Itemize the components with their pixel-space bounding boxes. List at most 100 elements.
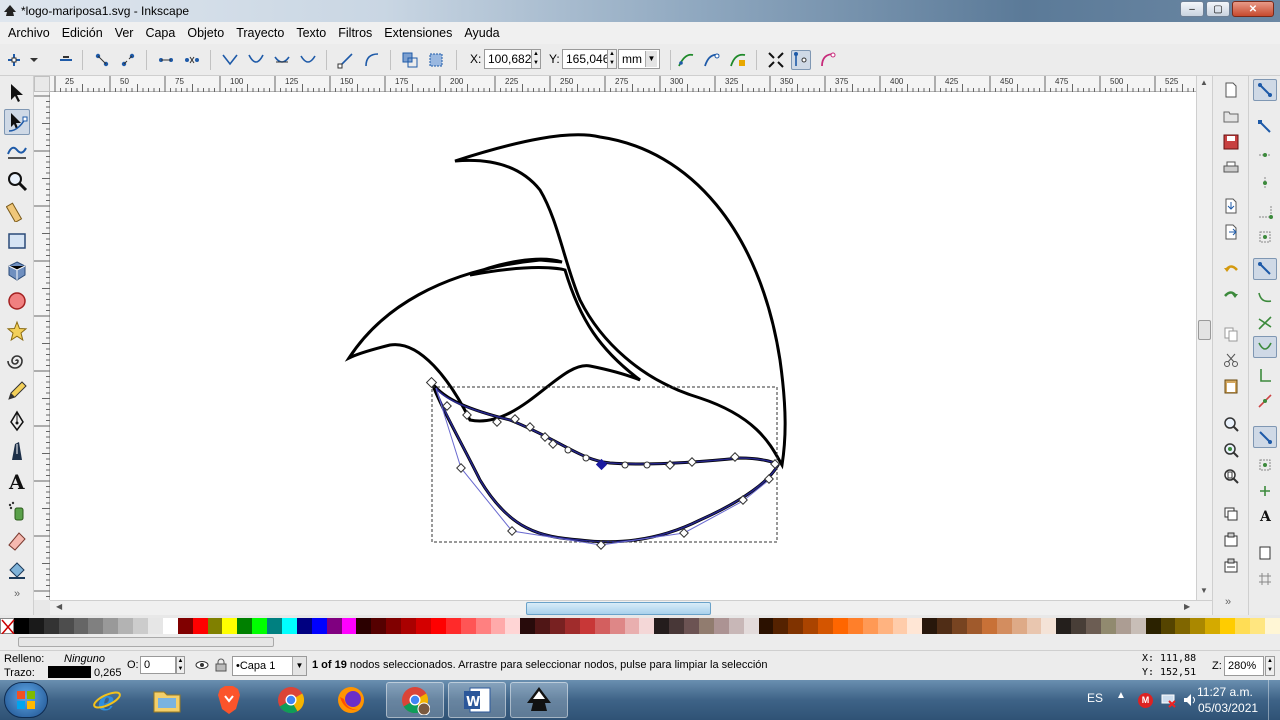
close-button[interactable]: ✕	[1232, 1, 1274, 17]
zoom-field[interactable]: 280%	[1224, 656, 1264, 676]
save-icon[interactable]	[1221, 132, 1241, 152]
snap-bbox-corners-icon[interactable]	[1253, 172, 1277, 194]
color-swatch[interactable]	[1130, 618, 1146, 634]
menu-capa[interactable]: Capa	[139, 26, 181, 40]
language-indicator[interactable]: ES	[1087, 691, 1103, 705]
menu-filtros[interactable]: Filtros	[332, 26, 378, 40]
color-swatch[interactable]	[341, 618, 357, 634]
vertical-scroll-thumb[interactable]	[1198, 320, 1211, 340]
file-explorer-icon[interactable]	[138, 682, 196, 718]
undo-icon[interactable]	[1221, 260, 1241, 280]
chrome-profile-icon[interactable]	[386, 682, 444, 718]
color-swatch[interactable]	[639, 618, 655, 634]
color-swatch[interactable]	[282, 618, 297, 634]
export-icon[interactable]	[1221, 222, 1241, 242]
color-swatch[interactable]	[1101, 618, 1116, 634]
color-swatch[interactable]	[356, 618, 372, 634]
color-swatch[interactable]	[490, 618, 506, 634]
color-swatch[interactable]	[14, 618, 29, 634]
vertical-scrollbar[interactable]: ▲ ▼	[1196, 76, 1212, 600]
color-swatch[interactable]	[326, 618, 342, 634]
stroke-to-path-icon[interactable]	[426, 50, 446, 70]
auto-smooth-node-icon[interactable]	[298, 50, 318, 70]
segment-to-line-icon[interactable]	[336, 50, 356, 70]
start-button[interactable]	[4, 682, 48, 718]
eraser-tool-icon[interactable]	[4, 528, 30, 554]
print-icon[interactable]	[1221, 158, 1241, 178]
snap-cusp-nodes-icon[interactable]	[1253, 336, 1277, 358]
paste-icon[interactable]	[1221, 376, 1241, 396]
calligraphy-tool-icon[interactable]	[4, 438, 30, 464]
color-swatch[interactable]	[1160, 618, 1176, 634]
color-swatch[interactable]	[937, 618, 953, 634]
duplicate-icon[interactable]	[1221, 504, 1241, 524]
maximize-button[interactable]: ▢	[1206, 1, 1230, 17]
color-swatch[interactable]	[148, 618, 163, 634]
rectangle-tool-icon[interactable]	[4, 228, 30, 254]
color-swatch[interactable]	[371, 618, 387, 634]
zoom-page-icon[interactable]	[1221, 466, 1241, 486]
color-swatch[interactable]	[1086, 618, 1102, 634]
3d-box-tool-icon[interactable]	[4, 258, 30, 284]
color-swatch[interactable]	[28, 618, 44, 634]
color-swatch[interactable]	[758, 618, 774, 634]
opacity-field[interactable]: 0	[140, 656, 176, 674]
x-spin-button[interactable]: ▲ ▼	[531, 49, 541, 69]
mask-edit-icon[interactable]	[728, 50, 748, 70]
color-swatch[interactable]	[1190, 618, 1206, 634]
color-swatch[interactable]	[430, 618, 446, 634]
color-swatch[interactable]	[818, 618, 833, 634]
zoom-selection-icon[interactable]	[1221, 414, 1241, 434]
color-swatch[interactable]	[654, 618, 670, 634]
snap-bbox-center-icon[interactable]	[1253, 226, 1277, 248]
smooth-node-icon[interactable]	[246, 50, 266, 70]
color-swatch[interactable]	[1220, 618, 1236, 634]
color-swatch[interactable]	[207, 618, 223, 634]
drawing-canvas[interactable]	[50, 92, 1196, 600]
color-swatch[interactable]	[1264, 618, 1280, 634]
unlink-clone-icon[interactable]	[1221, 556, 1241, 576]
snap-enable-icon[interactable]	[1253, 79, 1277, 101]
new-document-icon[interactable]	[1221, 80, 1241, 100]
color-swatch[interactable]	[1041, 618, 1057, 634]
color-swatch[interactable]	[1205, 618, 1221, 634]
color-swatch[interactable]	[58, 618, 74, 634]
color-swatch[interactable]	[88, 618, 104, 634]
snap-nodes-icon[interactable]	[1253, 258, 1277, 280]
show-hidden-icons-icon[interactable]: ▲	[1116, 690, 1126, 701]
clock-date[interactable]: 05/03/2021	[1198, 701, 1258, 715]
no-paint-swatch-icon[interactable]	[0, 618, 15, 635]
color-swatch[interactable]	[1175, 618, 1191, 634]
color-swatch[interactable]	[684, 618, 699, 634]
color-swatch[interactable]	[1071, 618, 1087, 634]
color-swatch[interactable]	[296, 618, 312, 634]
menu-trayecto[interactable]: Trayecto	[230, 26, 290, 40]
color-swatch[interactable]	[460, 618, 476, 634]
color-swatch[interactable]	[862, 618, 878, 634]
color-swatch[interactable]	[892, 618, 908, 634]
node-tool-icon[interactable]	[4, 109, 30, 135]
fill-value[interactable]: Ninguno	[64, 653, 105, 665]
pencil-tool-icon[interactable]	[4, 378, 30, 404]
snap-smooth-nodes-icon[interactable]	[1253, 364, 1277, 386]
segment-to-curve-icon[interactable]	[362, 50, 382, 70]
menu-ver[interactable]: Ver	[109, 26, 140, 40]
toggle-visibility-icon[interactable]	[195, 658, 209, 675]
color-swatch[interactable]	[743, 618, 759, 634]
inkscape-taskbar-icon[interactable]	[510, 682, 568, 718]
minimize-button[interactable]: –	[1180, 1, 1204, 17]
snap-text-baseline-icon[interactable]: A	[1253, 504, 1277, 526]
menu-extensiones[interactable]: Extensiones	[378, 26, 458, 40]
measure-tool-icon[interactable]	[4, 198, 30, 224]
color-swatch[interactable]	[564, 618, 580, 634]
snap-bbox-edges-icon[interactable]	[1253, 144, 1277, 166]
cusp-node-icon[interactable]	[220, 50, 240, 70]
ellipse-tool-icon[interactable]	[4, 288, 30, 314]
color-swatch[interactable]	[981, 618, 997, 634]
y-coordinate-field[interactable]: 165,046	[562, 49, 609, 69]
scroll-left-arrow-icon[interactable]: ◀	[56, 602, 62, 611]
commands-more-icon[interactable]: »	[1225, 596, 1231, 608]
horizontal-scrollbar[interactable]: ◀ ▶	[50, 600, 1212, 615]
copy-icon[interactable]	[1221, 324, 1241, 344]
scroll-right-arrow-icon[interactable]: ▶	[1184, 602, 1190, 611]
